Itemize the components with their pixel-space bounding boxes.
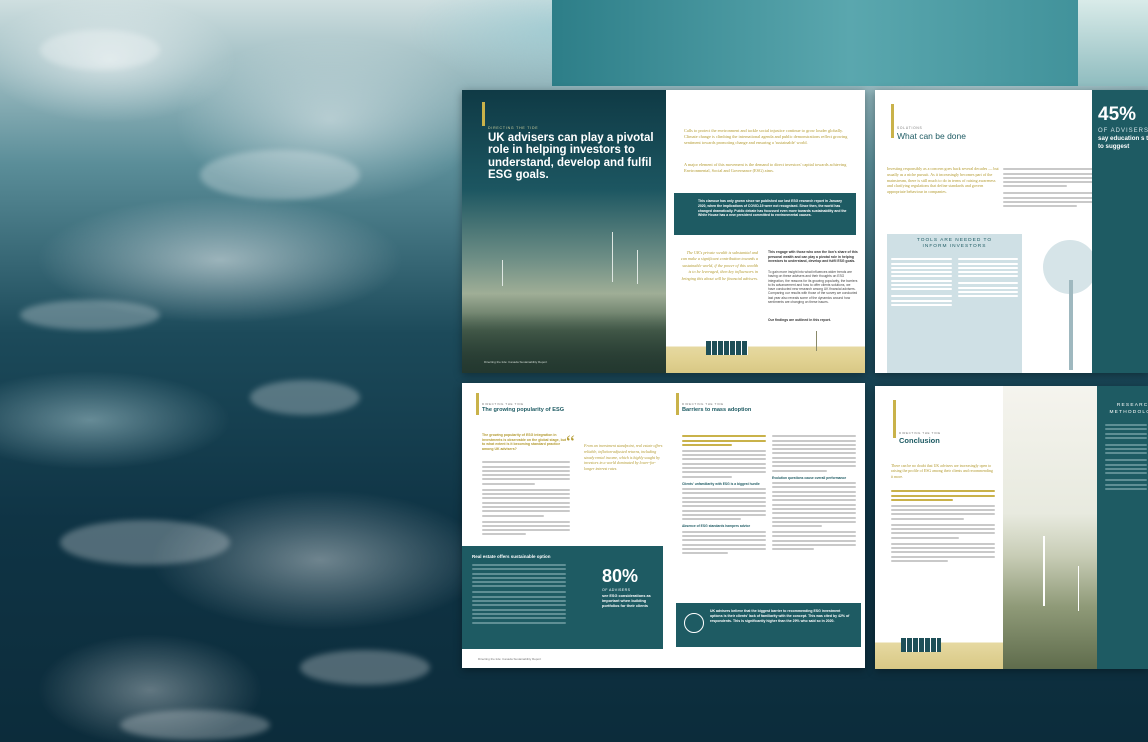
solar-panels — [901, 638, 941, 652]
stat-value: 80% — [602, 566, 639, 586]
pull-quote: Investing responsibly as a concern goes … — [887, 166, 999, 195]
subhead: Clients' unfamiliarity with ESG is a big… — [682, 481, 760, 486]
landscape-illustration — [666, 331, 865, 373]
stat-label: OF ADVISERS — [602, 588, 631, 592]
wind-farm-photo — [1003, 386, 1105, 669]
section-title: The growing popularity of ESG — [482, 407, 565, 413]
stat-text: see ESG considerations as important when… — [602, 594, 651, 608]
spread-popularity: DIRECTING THE TIDE The growing popularit… — [462, 383, 865, 668]
accent-bar — [476, 393, 479, 415]
wind-turbine-icon — [502, 260, 503, 286]
sustainable-box: Real estate offers sustainable option 80… — [462, 546, 663, 649]
section-title: Barriers to mass adoption — [682, 407, 752, 413]
section-title: What can be done — [897, 131, 966, 141]
body-text — [482, 459, 570, 538]
kicker: DIRECTING THE TIDE — [488, 126, 539, 130]
column-right-2: Evolution questions cause overall perfor… — [772, 433, 856, 553]
column-right-1: Clients' unfamiliarity with ESG is a big… — [682, 433, 766, 557]
globe-icon — [684, 613, 704, 633]
accent-bar — [891, 104, 894, 138]
kicker: DIRECTING THE TIDE — [482, 402, 524, 406]
wind-turbine-icon — [1043, 536, 1045, 606]
lead-text: There can be no doubt that UK advisers a… — [891, 464, 993, 479]
pull-quote: The UK's private wealth is substantial a… — [680, 250, 758, 281]
accent-bar — [676, 393, 679, 415]
tools-box: TOOLS ARE NEEDED TO INFORM INVESTORS — [887, 234, 1022, 373]
barrier-callout: UK advisers believe that the biggest bar… — [676, 603, 861, 647]
wind-turbine-icon — [816, 331, 817, 351]
wind-turbine-icon — [1078, 566, 1079, 611]
foam — [60, 520, 230, 565]
footer-text: Directing the tide: Canada Sustainabilit… — [484, 360, 548, 364]
subhead: Absence of ESG standards hampers advice — [682, 524, 751, 529]
headline: UK advisers can play a pivotal role in h… — [488, 132, 654, 182]
spread-solutions: SOLUTIONS What can be done Investing res… — [875, 90, 1148, 373]
body-text — [891, 488, 995, 564]
accent-bar — [482, 102, 485, 126]
intro-text: Calls to protect the environment and tac… — [684, 128, 848, 145]
callout-text: This clamour has only grown since we pub… — [698, 199, 847, 218]
subhead: Evolution questions cause overall perfor… — [772, 475, 847, 480]
intro-text-2: A major element of this movement is the … — [684, 162, 847, 173]
foam — [20, 300, 160, 330]
stat-label: OF ADVISERS — [1098, 128, 1148, 134]
stat-text: say education s them to suggest — [1098, 135, 1148, 150]
foam — [250, 380, 360, 415]
kicker: SOLUTIONS — [897, 126, 923, 130]
callout-box: This clamour has only grown since we pub… — [674, 193, 856, 235]
spread-conclusion: DIRECTING THE TIDE Conclusion There can … — [875, 386, 1148, 669]
footer-text: Directing the tide: Canada Sustainabilit… — [478, 657, 542, 661]
top-band — [552, 0, 1148, 86]
body-text-3: Our findings are outlined in this report… — [768, 318, 831, 322]
body-text: To gain more insight into what influence… — [768, 270, 858, 305]
kicker: DIRECTING THE TIDE — [682, 402, 724, 406]
body-bold: This engage with those who own the lion'… — [768, 250, 858, 263]
body-text — [1003, 166, 1095, 210]
callout-text: UK advisers believe that the biggest bar… — [710, 609, 850, 623]
spread-intro: DIRECTING THE TIDE UK advisers can play … — [462, 90, 865, 373]
section-title: Conclusion — [899, 436, 940, 445]
accent-bar — [893, 400, 896, 438]
stat-panel: 45% OF ADVISERS say education s them to … — [1092, 90, 1148, 373]
landscape-illustration — [875, 634, 1003, 669]
solar-panels — [706, 341, 748, 355]
tools-box-title: TOOLS ARE NEEDED TO INFORM INVESTORS — [916, 238, 993, 249]
foam — [300, 650, 430, 685]
wind-turbine-icon — [612, 232, 613, 282]
quote-mark-icon: “ — [566, 432, 575, 454]
wind-turbine-icon — [637, 250, 638, 284]
foam — [40, 30, 160, 70]
methodology-panel: RESEARCH METHODOLOGY — [1097, 386, 1148, 669]
kicker: DIRECTING THE TIDE — [899, 431, 941, 435]
foam — [200, 150, 360, 200]
top-band-light — [1078, 0, 1148, 86]
methodology-title: RESEARCH METHODOLOGY — [1109, 403, 1148, 415]
foam — [120, 710, 270, 740]
stat-value: 45% — [1098, 104, 1137, 125]
lead-text: The growing popularity of ESG integratio… — [482, 433, 567, 451]
pull-quote: From an investment standpoint, real esta… — [584, 443, 663, 472]
box-heading: Real estate offers sustainable option — [472, 554, 551, 559]
